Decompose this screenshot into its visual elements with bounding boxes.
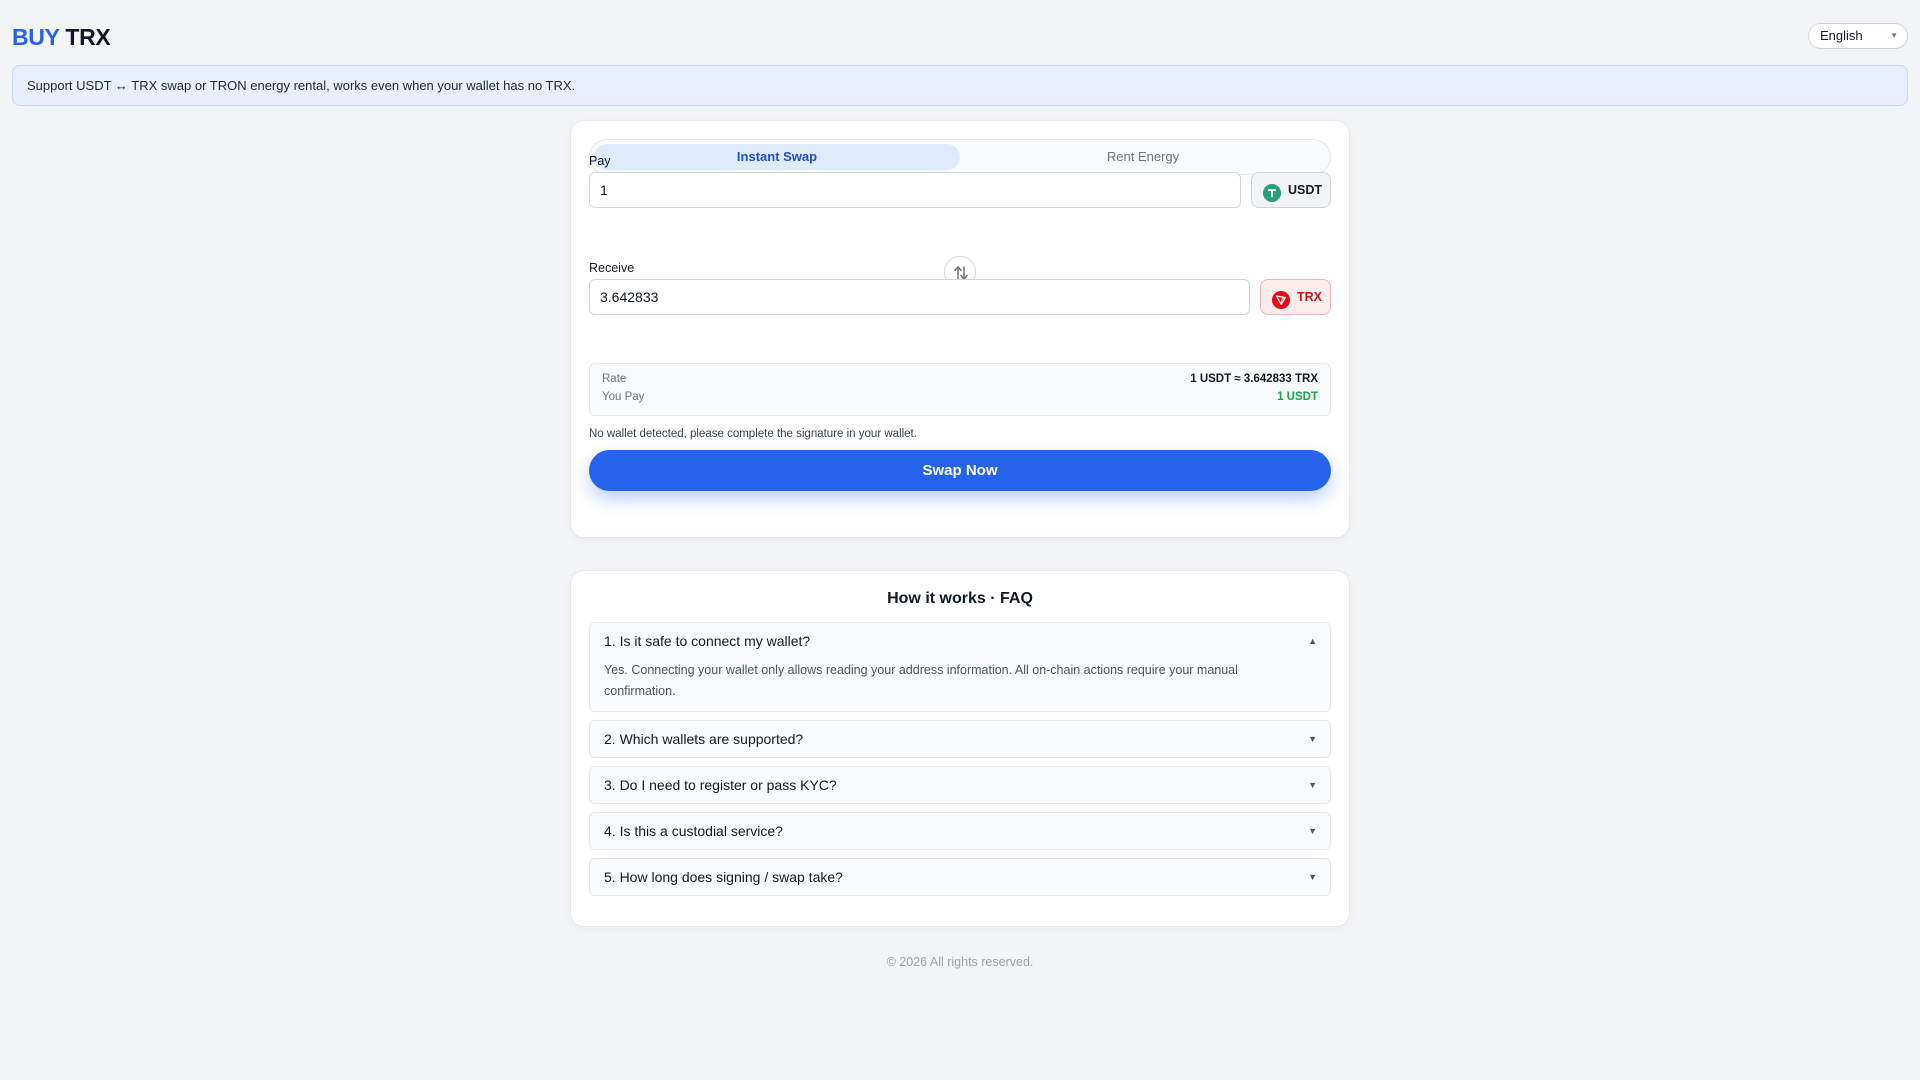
info-banner-text: Support USDT ↔ TRX swap or TRON energy r… [27,78,576,93]
rate-label: Rate [602,373,627,385]
faq-item[interactable]: 2. Which wallets are supported? ▼ [589,720,1331,758]
tab-instant-swap[interactable]: Instant Swap [594,144,960,170]
faq-question[interactable]: 4. Is this a custodial service? [604,813,783,849]
receive-token-label: TRX [1297,290,1322,304]
receive-token-button[interactable]: TRX [1260,279,1331,315]
faq-item[interactable]: 3. Do I need to register or pass KYC? ▼ [589,766,1331,804]
trx-token-icon [1272,288,1290,309]
chevron-up-icon: ▲ [1308,636,1317,646]
rate-summary: Rate 1 USDT ≈ 3.642833 TRX You Pay 1 USD… [589,363,1331,416]
faq-question[interactable]: 1. Is it safe to connect my wallet? [604,623,810,659]
pay-amount-input[interactable] [589,172,1241,208]
logo-buy-text: BUY [12,24,60,50]
chevron-down-icon: ▼ [1890,31,1898,40]
tab-rent-energy[interactable]: Rent Energy [960,144,1326,170]
pay-token-label: USDT [1288,183,1323,197]
chevron-down-icon: ▼ [1308,872,1317,882]
swap-card: Instant Swap Rent Energy Pay USDT Receiv… [570,120,1350,538]
mode-tabs: Instant Swap Rent Energy [589,139,1331,175]
footer-copyright: © 2026 All rights reserved. [886,955,1034,969]
wallet-status-message: No wallet detected, please complete the … [589,428,917,440]
receive-amount-input[interactable] [589,279,1250,315]
swap-now-button[interactable]: Swap Now [589,450,1331,491]
language-select[interactable]: English ▼ [1808,23,1908,49]
you-pay-value: 1 USDT [1277,391,1318,403]
faq-item[interactable]: 1. Is it safe to connect my wallet? ▲ Ye… [589,622,1331,712]
chevron-down-icon: ▼ [1308,734,1317,744]
faq-answer: Yes. Connecting your wallet only allows … [604,663,1238,698]
faq-question[interactable]: 2. Which wallets are supported? [604,721,803,757]
info-banner: Support USDT ↔ TRX swap or TRON energy r… [12,65,1908,106]
logo[interactable]: BUY TRX [12,24,111,51]
pay-label: Pay [589,154,611,168]
faq-item[interactable]: 4. Is this a custodial service? ▼ [589,812,1331,850]
chevron-down-icon: ▼ [1308,780,1317,790]
usdt-token-icon [1263,181,1281,202]
you-pay-label: You Pay [602,391,645,403]
faq-question[interactable]: 5. How long does signing / swap take? [604,859,843,895]
logo-trx-text: TRX [65,24,111,50]
chevron-down-icon: ▼ [1308,826,1317,836]
pay-token-button[interactable]: USDT [1251,172,1331,208]
language-select-value: English [1820,28,1863,43]
faq-card: How it works · FAQ 1. Is it safe to conn… [570,570,1350,927]
rate-value: 1 USDT ≈ 3.642833 TRX [1190,373,1318,385]
receive-label: Receive [589,261,635,275]
faq-item[interactable]: 5. How long does signing / swap take? ▼ [589,858,1331,896]
faq-title: How it works · FAQ [887,590,1033,607]
faq-question[interactable]: 3. Do I need to register or pass KYC? [604,767,837,803]
